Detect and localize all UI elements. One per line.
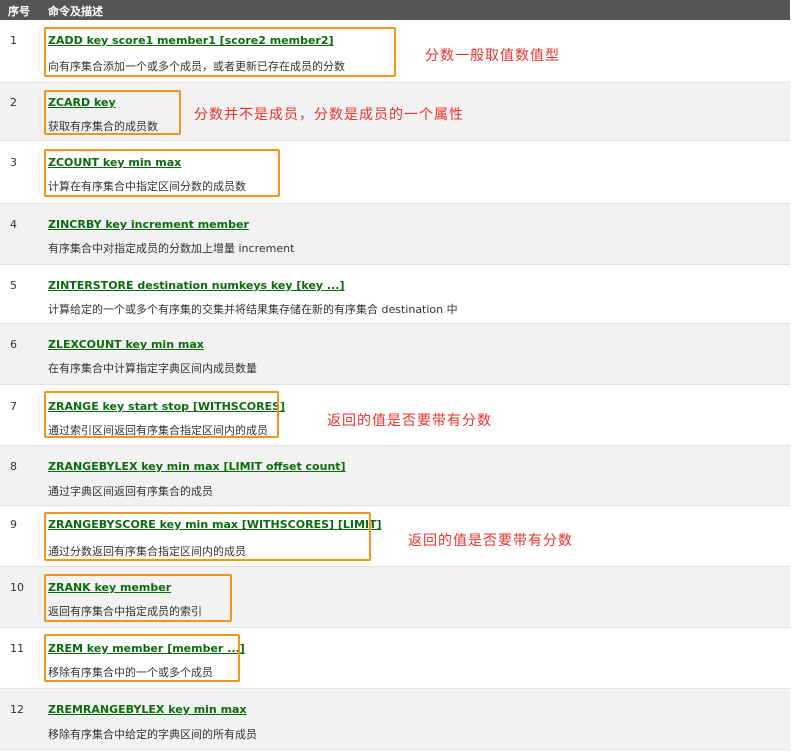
table-row: 5 ZINTERSTORE destination numkeys key [k… bbox=[0, 265, 790, 323]
row-index: 8 bbox=[10, 460, 17, 473]
highlight-box bbox=[44, 574, 232, 622]
row-index: 5 bbox=[10, 279, 17, 292]
command-description: 通过字典区间返回有序集合的成员 bbox=[48, 485, 213, 498]
highlight-box bbox=[44, 512, 371, 561]
command-description: 在有序集合中计算指定字典区间内成员数量 bbox=[48, 362, 257, 375]
command-description: 计算给定的一个或多个有序集的交集并将结果集存储在新的有序集合 destinati… bbox=[48, 303, 458, 316]
row-index: 12 bbox=[10, 703, 24, 716]
command-description: 有序集合中对指定成员的分数加上增量 increment bbox=[48, 242, 295, 255]
row-index: 2 bbox=[10, 96, 17, 109]
highlight-box bbox=[44, 634, 240, 682]
header-command: 命令及描述 bbox=[48, 5, 103, 18]
table-row: 6 ZLEXCOUNT key min max 在有序集合中计算指定字典区间内成… bbox=[0, 324, 790, 384]
command-link[interactable]: ZINTERSTORE destination numkeys key [key… bbox=[48, 279, 344, 292]
row-index: 7 bbox=[10, 400, 17, 413]
row-index: 10 bbox=[10, 581, 24, 594]
highlight-box bbox=[44, 90, 181, 135]
row-index: 11 bbox=[10, 642, 24, 655]
row-index: 1 bbox=[10, 34, 17, 47]
command-link[interactable]: ZLEXCOUNT key min max bbox=[48, 338, 204, 351]
row-index: 4 bbox=[10, 218, 17, 231]
row-index: 9 bbox=[10, 518, 17, 531]
command-link[interactable]: ZRANGEBYLEX key min max [LIMIT offset co… bbox=[48, 460, 346, 473]
table-row: 8 ZRANGEBYLEX key min max [LIMIT offset … bbox=[0, 446, 790, 505]
table-row: 4 ZINCRBY key increment member 有序集合中对指定成… bbox=[0, 204, 790, 264]
row-index: 3 bbox=[10, 156, 17, 169]
table-row: 12 ZREMRANGEBYLEX key min max 移除有序集合中给定的… bbox=[0, 689, 790, 749]
annotation-note: 分数一般取值数值型 bbox=[425, 48, 560, 64]
highlight-box bbox=[44, 391, 279, 438]
header-index: 序号 bbox=[8, 5, 30, 18]
table-header: 序号 命令及描述 bbox=[0, 0, 790, 20]
row-index: 6 bbox=[10, 338, 17, 351]
annotation-note: 返回的值是否要带有分数 bbox=[327, 413, 492, 429]
highlight-box bbox=[44, 27, 396, 77]
command-link[interactable]: ZINCRBY key increment member bbox=[48, 218, 249, 231]
command-description: 移除有序集合中给定的字典区间的所有成员 bbox=[48, 728, 257, 741]
annotation-note: 返回的值是否要带有分数 bbox=[408, 533, 573, 549]
row-divider bbox=[0, 749, 790, 750]
annotation-note: 分数并不是成员，分数是成员的一个属性 bbox=[194, 107, 464, 123]
highlight-box bbox=[44, 149, 280, 197]
command-link[interactable]: ZREMRANGEBYLEX key min max bbox=[48, 703, 247, 716]
